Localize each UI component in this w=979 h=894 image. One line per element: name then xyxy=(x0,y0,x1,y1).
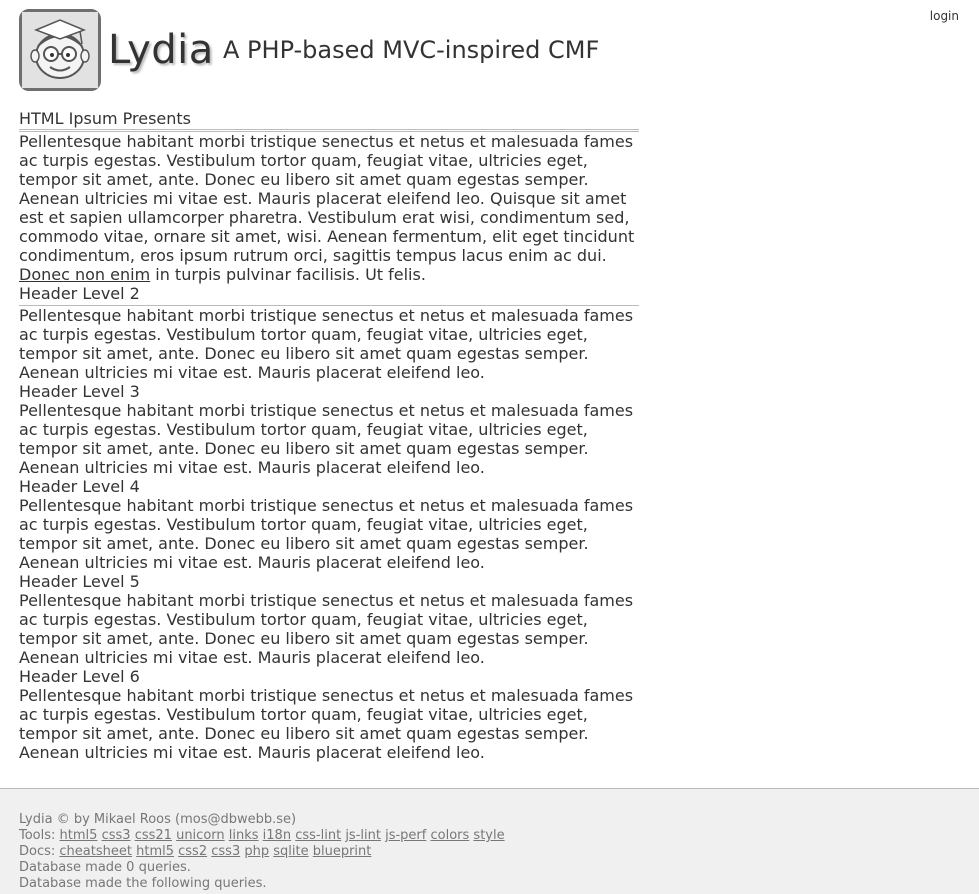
doc-link-php[interactable]: php xyxy=(244,844,269,859)
doc-link-css3[interactable]: css3 xyxy=(211,844,240,859)
main-content: HTML Ipsum Presents Pellentesque habitan… xyxy=(19,109,639,762)
db-query-count: Database made 0 queries. xyxy=(19,860,191,875)
db-query-list: Database made the following queries. xyxy=(19,876,267,891)
section-paragraph: Pellentesque habitant morbi tristique se… xyxy=(19,401,634,477)
tool-link-css21[interactable]: css21 xyxy=(135,828,172,843)
tool-link-js-perf[interactable]: js-perf xyxy=(385,828,426,843)
doc-link-css2[interactable]: css2 xyxy=(178,844,207,859)
site-title[interactable]: Lydia xyxy=(108,26,214,74)
heading-level-4: Header Level 4 xyxy=(19,477,140,496)
section-paragraph: Pellentesque habitant morbi tristique se… xyxy=(19,496,634,572)
doc-link-cheatsheet[interactable]: cheatsheet xyxy=(59,844,132,859)
site-header: Lydia A PHP-based MVC-inspired CMF login xyxy=(0,0,979,100)
docs-label: Docs: xyxy=(19,844,56,859)
site-slogan: A PHP-based MVC-inspired CMF xyxy=(223,36,600,64)
tool-link-unicorn[interactable]: unicorn xyxy=(176,828,225,843)
tool-link-js-lint[interactable]: js-lint xyxy=(345,828,381,843)
tool-link-html5[interactable]: html5 xyxy=(60,828,98,843)
section-paragraph: Pellentesque habitant morbi tristique se… xyxy=(19,306,634,382)
site-footer: Lydia © by Mikael Roos (mos@dbwebb.se) T… xyxy=(0,788,979,894)
heading-level-6: Header Level 6 xyxy=(19,667,140,686)
footer-copyright: Lydia © by Mikael Roos (mos@dbwebb.se) xyxy=(19,812,297,827)
section-paragraph: Pellentesque habitant morbi tristique se… xyxy=(19,686,634,762)
tool-link-style[interactable]: style xyxy=(473,828,504,843)
tool-link-css3[interactable]: css3 xyxy=(102,828,131,843)
tool-link-i18n[interactable]: i18n xyxy=(263,828,291,843)
page-title: HTML Ipsum Presents xyxy=(19,109,639,132)
doc-link-sqlite[interactable]: sqlite xyxy=(273,844,308,859)
login-link[interactable]: login xyxy=(930,9,959,23)
donec-non-enim-link[interactable]: Donec non enim xyxy=(19,265,150,284)
tools-label: Tools: xyxy=(19,828,56,843)
intro-paragraph: Pellentesque habitant morbi tristique se… xyxy=(19,132,639,284)
heading-level-5: Header Level 5 xyxy=(19,572,140,591)
heading-level-3: Header Level 3 xyxy=(19,382,140,401)
tool-link-links[interactable]: links xyxy=(229,828,259,843)
tool-link-colors[interactable]: colors xyxy=(430,828,469,843)
lydia-logo-icon[interactable] xyxy=(19,9,101,91)
tool-link-css-lint[interactable]: css-lint xyxy=(295,828,341,843)
section-paragraph: Pellentesque habitant morbi tristique se… xyxy=(19,591,634,667)
heading-level-2: Header Level 2 xyxy=(19,284,639,306)
doc-link-blueprint[interactable]: blueprint xyxy=(313,844,372,859)
footer-tools: Tools: html5 css3 css21 unicorn links i1… xyxy=(19,828,960,844)
intro-text-end: in turpis pulvinar facilisis. Ut felis. xyxy=(155,265,426,284)
footer-docs: Docs: cheatsheet html5 css2 css3 php sql… xyxy=(19,844,960,860)
intro-text: Pellentesque habitant morbi tristique se… xyxy=(19,132,635,265)
doc-link-html5[interactable]: html5 xyxy=(136,844,174,859)
